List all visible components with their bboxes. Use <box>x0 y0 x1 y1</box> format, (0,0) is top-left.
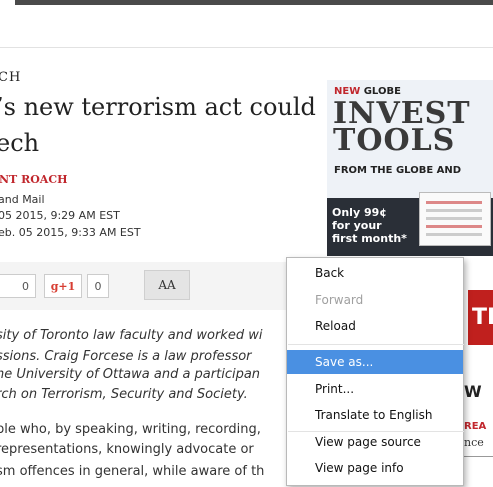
body-italic-line: rch on Terrorism, Security and Society. <box>0 387 248 402</box>
menu-item-forward: Forward <box>315 293 364 307</box>
side-ad-letter: W <box>464 382 482 401</box>
ad-screenshot-thumbnail <box>419 192 491 246</box>
source-label: and Mail <box>0 193 45 206</box>
headline-line-1: ’s new terrorism act could <box>0 93 316 121</box>
menu-item-reload[interactable]: Reload <box>287 314 463 338</box>
ad-offer-text: Only 99¢ for your first month* <box>332 206 407 245</box>
menu-item-back[interactable]: Back <box>287 261 463 285</box>
menu-item-page-info[interactable]: View page info <box>287 456 463 480</box>
body-italic-line: ssions. Craig Forcese is a law professor <box>0 349 252 364</box>
side-ad-divider <box>464 456 493 457</box>
menu-item-translate[interactable]: Translate to English <box>287 403 463 427</box>
context-menu: Back Forward Reload Save as... Print... … <box>286 257 464 486</box>
body-italic-line: he University of Ottawa and a participan <box>0 367 261 382</box>
ad-headline: INVEST TOOLS <box>333 96 471 158</box>
side-ad-banner[interactable]: TR <box>468 290 493 345</box>
top-nav-bar <box>15 0 493 5</box>
author-byline[interactable]: NT ROACH <box>0 173 67 186</box>
menu-item-print[interactable]: Print... <box>287 377 463 401</box>
body-paragraph-line: ple who, by speaking, writing, recording… <box>0 422 261 437</box>
body-paragraph-line: sm offences in general, while aware of t… <box>0 464 265 479</box>
investor-tools-ad[interactable]: NEW GLOBE INVEST TOOLS FROM THE GLOBE AN… <box>327 80 493 256</box>
body-italic-line: sity of Toronto law faculty and worked w… <box>0 328 263 343</box>
google-plus-count: 0 <box>87 274 109 298</box>
text-size-button[interactable]: AA <box>144 270 190 300</box>
side-ad-text: nce <box>464 436 484 449</box>
google-plus-button[interactable]: g+1 <box>44 274 82 298</box>
section-label[interactable]: CH <box>0 70 21 85</box>
updated-timestamp: eb. 05 2015, 9:33 AM EST <box>0 226 141 239</box>
menu-separator <box>288 344 464 345</box>
ad-from-label: FROM THE GLOBE AND <box>334 165 462 176</box>
header-divider <box>0 47 493 48</box>
side-ad-read[interactable]: REA <box>464 421 486 432</box>
body-paragraph-line: representations, knowingly advocate or <box>0 442 254 457</box>
published-timestamp: 05 2015, 9:29 AM EST <box>0 209 120 222</box>
article-headline: ’s new terrorism act could ech <box>0 89 316 161</box>
menu-item-save-as[interactable]: Save as... <box>287 350 463 374</box>
menu-item-view-source[interactable]: View page source <box>287 430 463 454</box>
headline-line-2: ech <box>0 129 40 157</box>
share-count-button[interactable]: 0 <box>0 274 36 298</box>
